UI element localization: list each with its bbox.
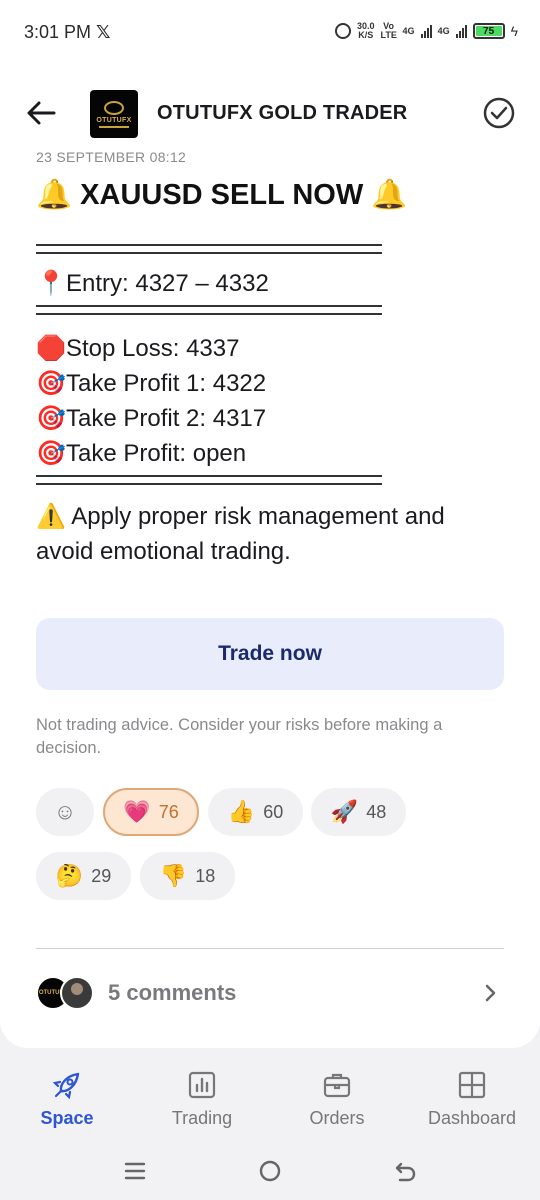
- stop-loss-text: Stop Loss: 4337: [66, 335, 240, 362]
- back-arrow-icon[interactable]: [24, 96, 58, 130]
- status-bar: 3:01 PM 𝕏 30.0 K/S Vo LTE 4G 4G 75 ϟ: [0, 0, 540, 64]
- nav-trading[interactable]: Trading: [142, 1070, 262, 1129]
- smiley-plus-icon: ☺: [53, 799, 77, 824]
- take-profit-2-line: 🎯Take Profit 2: 4317: [36, 401, 506, 436]
- reaction-thumbs-up[interactable]: 👍 60: [208, 788, 303, 836]
- logo-text: OTUTUFX: [96, 116, 132, 124]
- logo-underline: [99, 125, 129, 128]
- charging-icon: ϟ: [510, 23, 518, 39]
- double-divider: [36, 475, 382, 485]
- net-speed: 30.0 K/S: [357, 22, 375, 40]
- channel-header: OTUTUFX OTUTUFX GOLD TRADER: [0, 76, 540, 152]
- grid-icon: [458, 1071, 486, 1099]
- reaction-thinking[interactable]: 🤔 29: [36, 852, 131, 900]
- net-speed-unit: K/S: [358, 30, 374, 40]
- post-body: 📍Entry: 4327 – 4332 🛑Stop Loss: 4337 🎯Ta…: [36, 236, 506, 569]
- briefcase-icon: [323, 1073, 351, 1098]
- nav-dashboard-label: Dashboard: [427, 1108, 517, 1128]
- rocket-icon: [52, 1072, 80, 1100]
- nav-dashboard[interactable]: Dashboard: [412, 1070, 532, 1129]
- nav-trading-label: Trading: [171, 1108, 233, 1128]
- heart-icon: 💗: [123, 799, 151, 824]
- stop-loss-line: 🛑Stop Loss: 4337: [36, 331, 506, 366]
- thumbs-down-icon: 👎: [159, 863, 188, 888]
- stop-sign-icon: 🛑: [36, 335, 66, 362]
- add-reaction-button[interactable]: ☺: [36, 788, 94, 836]
- channel-logo[interactable]: OTUTUFX: [90, 90, 138, 138]
- take-profit-2-text: Take Profit 2: 4317: [66, 405, 267, 432]
- take-profit-1-line: 🎯Take Profit 1: 4322: [36, 366, 506, 401]
- channel-name[interactable]: OTUTUFX GOLD TRADER: [157, 102, 407, 125]
- status-indicators: 30.0 K/S Vo LTE 4G 4G 75 ϟ: [335, 22, 518, 40]
- rocket-icon: 🚀: [330, 799, 359, 824]
- alarm-icon: [335, 23, 352, 39]
- globe-icon: [104, 100, 124, 115]
- network-type-1: 4G: [402, 25, 415, 36]
- thumbs-down-count: 18: [195, 865, 216, 886]
- nav-orders-label: Orders: [309, 1108, 365, 1128]
- target-icon: 🎯: [36, 440, 66, 467]
- nav-orders[interactable]: Orders: [277, 1070, 397, 1129]
- reaction-rocket[interactable]: 🚀 48: [311, 788, 406, 836]
- warning-text: Apply proper risk management and avoid e…: [36, 503, 445, 565]
- target-icon: 🎯: [36, 405, 66, 432]
- warning-icon: ⚠️: [36, 503, 66, 530]
- heart-count: 76: [158, 801, 179, 822]
- post-date: 23 SEPTEMBER 08:12: [36, 149, 187, 165]
- recent-apps-icon[interactable]: [122, 1158, 148, 1184]
- thumbs-up-icon: 👍: [227, 799, 256, 824]
- x-app-icon: 𝕏: [96, 22, 111, 42]
- divider: [36, 948, 504, 949]
- take-profit-3-text: Take Profit: open: [66, 440, 247, 467]
- chart-icon: [188, 1071, 216, 1099]
- status-time: 3:01 PM: [24, 22, 92, 42]
- volte-indicator: Vo LTE: [380, 21, 397, 40]
- double-divider: [36, 244, 382, 254]
- thinking-count: 29: [91, 865, 112, 886]
- back-icon[interactable]: [392, 1158, 418, 1184]
- entry-text: Entry: 4327 – 4332: [66, 270, 269, 297]
- battery-icon: 75: [472, 23, 505, 39]
- home-icon[interactable]: [257, 1158, 283, 1184]
- comments-row[interactable]: OTUTUFX 5 comments: [36, 974, 504, 1014]
- reaction-thumbs-down[interactable]: 👎 18: [140, 852, 235, 900]
- nav-space-label: Space: [40, 1108, 94, 1128]
- target-icon: 🎯: [36, 370, 66, 397]
- reaction-heart[interactable]: 💗 76: [103, 788, 199, 836]
- network-type-2: 4G: [437, 25, 450, 36]
- rocket-count: 48: [366, 801, 387, 822]
- comments-count: 5 comments: [108, 980, 237, 1005]
- chevron-right-icon: [485, 984, 496, 1002]
- post-card: OTUTUFX OTUTUFX GOLD TRADER 23 SEPTEMBER…: [0, 64, 540, 1048]
- commenter-avatar: [60, 976, 94, 1010]
- check-circle-icon[interactable]: [482, 96, 516, 130]
- trade-now-button[interactable]: Trade now: [36, 618, 504, 690]
- double-divider: [36, 305, 382, 315]
- pin-icon: 📍: [36, 270, 66, 297]
- nav-space[interactable]: Space: [7, 1070, 127, 1129]
- take-profit-1-text: Take Profit 1: 4322: [66, 370, 267, 397]
- signal-icon: [420, 24, 432, 38]
- take-profit-3-line: 🎯Take Profit: open: [36, 436, 506, 471]
- entry-line: 📍Entry: 4327 – 4332: [36, 266, 506, 301]
- bottom-navigation: Space Trading Orders Dashboard: [0, 1056, 540, 1140]
- signal-icon-2: [455, 24, 467, 38]
- thumbs-up-count: 60: [263, 801, 284, 822]
- disclaimer-text: Not trading advice. Consider your risks …: [36, 716, 443, 757]
- system-navigation: [0, 1140, 540, 1200]
- battery-level: 75: [475, 26, 502, 37]
- thinking-face-icon: 🤔: [55, 863, 84, 888]
- post-title: 🔔 XAUUSD SELL NOW 🔔: [36, 179, 408, 211]
- risk-warning: ⚠️ Apply proper risk management and avoi…: [36, 499, 506, 569]
